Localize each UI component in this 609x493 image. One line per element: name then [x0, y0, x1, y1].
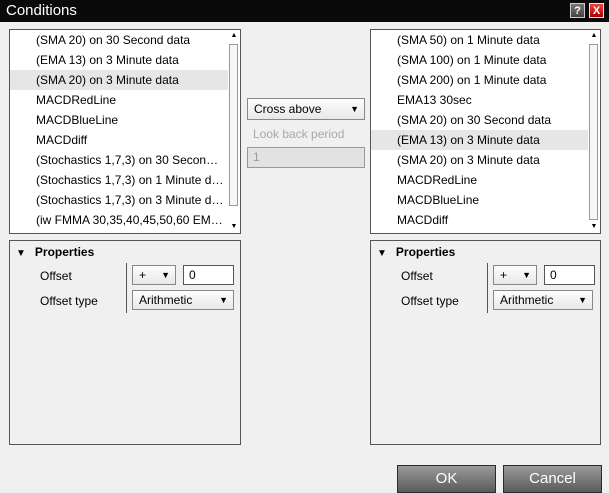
window-title: Conditions	[6, 2, 77, 19]
property-divider	[487, 263, 488, 313]
condition-operator-select[interactable]: Cross above ▼	[247, 98, 365, 120]
list-item[interactable]: MACDBlueLine	[371, 190, 588, 210]
chevron-down-icon: ▼	[350, 104, 359, 114]
list-item[interactable]: MACDdiff	[371, 210, 588, 230]
list-item[interactable]: (SMA 100) on 1 Minute data	[371, 50, 588, 70]
list-item[interactable]: (EMA 13) on 3 Minute data	[10, 50, 228, 70]
condition-operator-value: Cross above	[254, 102, 322, 116]
scroll-up-icon[interactable]: ▲	[228, 30, 240, 42]
offset-type-select[interactable]: Arithmetic ▼	[132, 290, 234, 310]
right-list-scrollbar[interactable]: ▲ ▼	[588, 30, 600, 233]
ok-button[interactable]: OK	[397, 465, 496, 493]
scroll-down-icon[interactable]: ▼	[588, 221, 600, 233]
offset-input[interactable]: 0	[544, 265, 595, 285]
chevron-down-icon: ▼	[522, 270, 531, 280]
list-item[interactable]: (SMA 200) on 1 Minute data	[371, 70, 588, 90]
lookback-input[interactable]: 1	[247, 147, 365, 168]
collapse-icon[interactable]: ▼	[16, 248, 26, 259]
list-item-selected[interactable]: (SMA 20) on 3 Minute data	[10, 70, 228, 90]
list-item[interactable]: (Stochastics 1,7,3) on 3 Minute data	[10, 190, 228, 210]
left-properties-panel: ▼ Properties Offset Offset type + ▼ 0 Ari…	[9, 240, 241, 445]
list-item[interactable]: MACDdiff	[10, 130, 228, 150]
collapse-icon[interactable]: ▼	[377, 248, 387, 259]
list-item[interactable]: MACDRedLine	[10, 90, 228, 110]
list-item-selected[interactable]: (EMA 13) on 3 Minute data	[371, 130, 588, 150]
offset-label: Offset	[401, 269, 433, 283]
scroll-down-icon[interactable]: ▼	[228, 221, 240, 233]
list-item[interactable]: (SMA 20) on 30 Second data	[371, 110, 588, 130]
scroll-up-icon[interactable]: ▲	[588, 30, 600, 42]
properties-title: Properties	[395, 245, 456, 259]
right-properties-header[interactable]: ▼ Properties	[377, 245, 455, 259]
offset-sign-select[interactable]: + ▼	[493, 265, 537, 285]
cancel-button[interactable]: Cancel	[503, 465, 602, 493]
list-item[interactable]: (SMA 50) on 1 Minute data	[371, 30, 588, 50]
offset-type-label: Offset type	[40, 294, 98, 308]
chevron-down-icon: ▼	[578, 295, 587, 305]
right-properties-panel: ▼ Properties Offset Offset type + ▼ 0 Ari…	[370, 240, 601, 445]
properties-title: Properties	[34, 245, 95, 259]
left-indicator-list[interactable]: (SMA 20) on 30 Second data (EMA 13) on 3…	[9, 29, 241, 234]
offset-type-value: Arithmetic	[139, 293, 193, 307]
offset-type-select[interactable]: Arithmetic ▼	[493, 290, 593, 310]
chevron-down-icon: ▼	[161, 270, 170, 280]
list-item[interactable]: (Stochastics 1,7,3) on 30 Second data	[10, 150, 228, 170]
right-indicator-list[interactable]: (SMA 50) on 1 Minute data (SMA 100) on 1…	[370, 29, 601, 234]
left-properties-header[interactable]: ▼ Properties	[16, 245, 94, 259]
list-item[interactable]: EMA13 30sec	[371, 90, 588, 110]
list-item[interactable]: MACDBlueLine	[10, 110, 228, 130]
property-divider	[126, 263, 127, 313]
left-list-scrollbar[interactable]: ▲ ▼	[228, 30, 240, 233]
lookback-label: Look back period	[253, 127, 345, 141]
offset-type-value: Arithmetic	[500, 293, 554, 307]
help-button[interactable]: ?	[570, 3, 585, 18]
left-list-items: (SMA 20) on 30 Second data (EMA 13) on 3…	[10, 30, 228, 233]
close-button[interactable]: X	[589, 3, 604, 18]
offset-sign-value: +	[139, 268, 147, 282]
offset-sign-select[interactable]: + ▼	[132, 265, 176, 285]
list-item[interactable]: (SMA 20) on 3 Minute data	[371, 150, 588, 170]
right-list-items: (SMA 50) on 1 Minute data (SMA 100) on 1…	[371, 30, 588, 233]
scroll-thumb[interactable]	[229, 44, 238, 206]
offset-sign-value: +	[500, 268, 508, 282]
scroll-thumb[interactable]	[589, 44, 598, 220]
offset-type-label: Offset type	[401, 294, 459, 308]
list-item[interactable]: MACDRedLine	[371, 170, 588, 190]
list-item[interactable]: (iw FMMA 30,35,40,45,50,60 EMA data	[10, 210, 228, 230]
title-bar: Conditions ? X	[0, 0, 609, 22]
list-item[interactable]: (SMA 20) on 30 Second data	[10, 30, 228, 50]
list-item[interactable]: (Stochastics 1,7,3) on 1 Minute data	[10, 170, 228, 190]
offset-label: Offset	[40, 269, 72, 283]
offset-input[interactable]: 0	[183, 265, 234, 285]
chevron-down-icon: ▼	[219, 295, 228, 305]
